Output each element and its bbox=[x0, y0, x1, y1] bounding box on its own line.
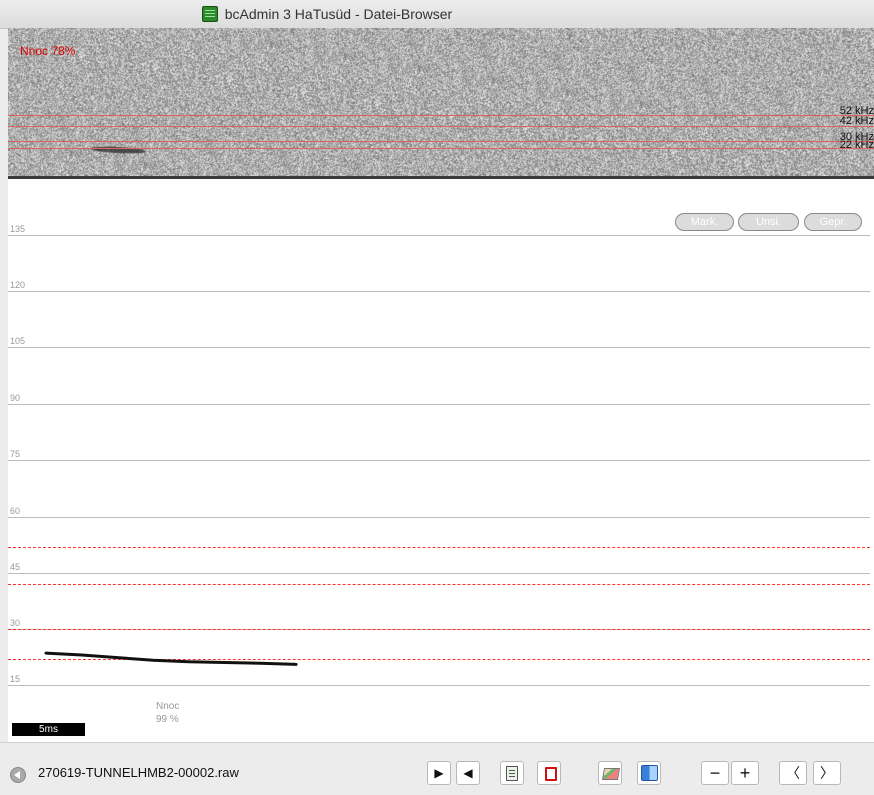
zoom-in-button[interactable]: + bbox=[731, 761, 759, 785]
zoom-out-icon: − bbox=[709, 762, 721, 783]
freq-line-30 bbox=[8, 141, 874, 142]
call-plot[interactable]: 135 120 105 90 75 60 45 30 15 Mark. Unsi… bbox=[8, 179, 874, 742]
previous-button[interactable]: 〈 bbox=[779, 761, 807, 785]
bottom-toolbar: 270619-TUNNELHMB2-00002.raw ▶ ◀ − + 〈 〉 bbox=[0, 742, 874, 795]
call-species-label: Nnoc 99 % bbox=[156, 700, 179, 726]
next-icon: 〉 bbox=[820, 765, 834, 781]
freq-line-42 bbox=[8, 126, 874, 127]
title-bar: bcAdmin 3 HaTusüd - Datei-Browser bbox=[0, 0, 874, 29]
play-reverse-icon: ◀ bbox=[463, 766, 473, 780]
spectrogram[interactable]: Nnoc 78% 52 kHz 42 kHz 30 kHz 22 kHz bbox=[8, 28, 874, 176]
title-wrap: bcAdmin 3 HaTusüd - Datei-Browser bbox=[0, 0, 874, 28]
zoom-out-button[interactable]: − bbox=[701, 761, 729, 785]
export-document-button[interactable] bbox=[500, 761, 524, 785]
freq-line-22 bbox=[8, 148, 874, 149]
call-trace-svg bbox=[44, 651, 298, 666]
call-trace-line bbox=[44, 651, 298, 666]
disclosure-icon[interactable] bbox=[10, 767, 26, 783]
freq-line-52 bbox=[8, 115, 874, 116]
call-percent: 99 % bbox=[156, 714, 179, 725]
play-button[interactable]: ▶ bbox=[427, 761, 451, 785]
gepr-button[interactable]: Gepr. bbox=[804, 213, 862, 231]
time-scale-bar: 5ms bbox=[12, 723, 85, 736]
call-species: Nnoc bbox=[156, 701, 180, 712]
pdf-icon bbox=[543, 766, 557, 781]
play-reverse-button[interactable]: ◀ bbox=[456, 761, 480, 785]
reveal-in-finder-button[interactable] bbox=[637, 761, 661, 785]
filename-label: 270619-TUNNELHMB2-00002.raw bbox=[38, 765, 239, 780]
unsi-button[interactable]: Unsi. bbox=[738, 213, 799, 231]
previous-icon: 〈 bbox=[786, 765, 800, 781]
spectrogram-noise bbox=[8, 28, 874, 176]
mark-button[interactable]: Mark. bbox=[675, 213, 734, 231]
export-pdf-button[interactable] bbox=[537, 761, 561, 785]
window-title: bcAdmin 3 HaTusüd - Datei-Browser bbox=[224, 6, 453, 22]
freq-label-42: 42 kHz bbox=[839, 115, 874, 127]
zoom-in-icon: + bbox=[739, 762, 751, 783]
freq-label-22: 22 kHz bbox=[839, 139, 874, 151]
spectrogram-species-label: Nnoc 78% bbox=[20, 44, 76, 58]
show-map-button[interactable] bbox=[598, 761, 622, 785]
play-icon: ▶ bbox=[434, 766, 444, 780]
next-button[interactable]: 〉 bbox=[813, 761, 841, 785]
finder-icon bbox=[640, 765, 658, 781]
document-icon bbox=[506, 765, 518, 781]
title-inner: bcAdmin 3 HaTusüd - Datei-Browser bbox=[201, 6, 453, 22]
map-icon bbox=[602, 766, 618, 780]
database-icon bbox=[201, 6, 218, 22]
